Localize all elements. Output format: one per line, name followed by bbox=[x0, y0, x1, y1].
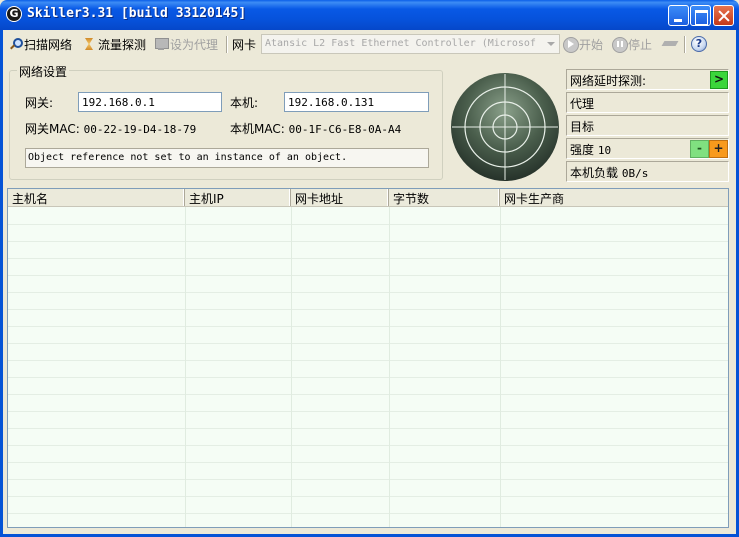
load-value: 0B/s bbox=[621, 167, 649, 180]
table-grid-line bbox=[8, 462, 728, 463]
intensity-increase-button[interactable]: + bbox=[709, 140, 728, 158]
intensity-value: 10 bbox=[597, 144, 612, 157]
table-grid-line bbox=[8, 241, 728, 242]
table-grid-line bbox=[8, 394, 728, 395]
pause-circle-icon bbox=[612, 37, 628, 53]
cap-icon bbox=[663, 37, 677, 51]
column-header-mac[interactable]: 网卡地址 bbox=[291, 189, 389, 206]
target-row: 目标 bbox=[566, 115, 729, 136]
radar-display bbox=[451, 73, 559, 181]
intensity-decrease-button[interactable]: - bbox=[690, 140, 709, 158]
table-column-line bbox=[185, 207, 186, 527]
table-column-line bbox=[291, 207, 292, 527]
local-mac-value: 00-1F-C6-E8-0A-A4 bbox=[288, 123, 402, 136]
stop-label: 停止 bbox=[628, 37, 653, 52]
nic-select[interactable]: Atansic L2 Fast Ethernet Controller (Mic… bbox=[261, 34, 560, 54]
network-settings-title: 网络设置 bbox=[17, 63, 70, 80]
table-grid-line bbox=[8, 224, 728, 225]
column-header-hostname[interactable]: 主机名 bbox=[8, 189, 185, 206]
monitor-icon bbox=[154, 37, 169, 51]
gateway-ip-input[interactable]: 192.168.0.1 bbox=[78, 92, 222, 112]
start-label: 开始 bbox=[579, 37, 604, 52]
minimize-button[interactable] bbox=[668, 5, 689, 26]
table-grid-line bbox=[8, 496, 728, 497]
scan-network-button[interactable]: 扫描网络 bbox=[8, 35, 72, 53]
set-proxy-button[interactable]: 设为代理 bbox=[154, 35, 218, 53]
intensity-label: 强度 bbox=[570, 143, 595, 157]
scan-network-label: 扫描网络 bbox=[24, 37, 73, 52]
table-grid-line bbox=[8, 411, 728, 412]
stop-button[interactable]: 停止 bbox=[612, 35, 652, 53]
gateway-mac-value: 00-22-19-D4-18-79 bbox=[83, 123, 197, 136]
nic-select-value: Atansic L2 Fast Ethernet Controller (Mic… bbox=[265, 38, 536, 49]
table-column-line bbox=[389, 207, 390, 527]
toolbar-separator bbox=[226, 36, 228, 53]
table-grid-line bbox=[8, 479, 728, 480]
load-row: 本机负载 0B/s bbox=[566, 161, 729, 182]
toolbar-separator bbox=[684, 36, 686, 53]
close-button[interactable] bbox=[713, 5, 734, 26]
table-grid-line bbox=[8, 326, 728, 327]
host-table[interactable]: 主机名 主机IP 网卡地址 字节数 网卡生产商 bbox=[7, 188, 729, 528]
table-grid-line bbox=[8, 258, 728, 259]
table-body bbox=[8, 207, 728, 527]
column-header-bytes[interactable]: 字节数 bbox=[389, 189, 500, 206]
hourglass-icon bbox=[82, 37, 96, 51]
latency-probe-start-button[interactable]: > bbox=[710, 71, 728, 89]
load-label: 本机负载 bbox=[570, 166, 619, 180]
traffic-detect-label: 流量探测 bbox=[98, 37, 147, 52]
gateway-mac-caption: 网关MAC: bbox=[25, 122, 80, 136]
set-proxy-label: 设为代理 bbox=[170, 37, 219, 52]
table-column-line bbox=[500, 207, 501, 527]
help-icon: ? bbox=[691, 36, 707, 52]
proxy-status-label: 代理 bbox=[570, 97, 595, 111]
gateway-label: 网关: bbox=[25, 96, 54, 110]
local-mac-label: 本机MAC: 00-1F-C6-E8-0A-A4 bbox=[230, 120, 401, 137]
latency-probe-label: 网络延时探测: bbox=[570, 74, 647, 88]
title-bar: G Skiller3.31 [build 33120145] bbox=[0, 0, 739, 30]
window-title: Skiller3.31 [build 33120145] bbox=[27, 6, 247, 21]
table-grid-line bbox=[8, 428, 728, 429]
local-mac-caption: 本机MAC: bbox=[230, 122, 285, 136]
window-border-left bbox=[0, 30, 3, 537]
table-grid-line bbox=[8, 292, 728, 293]
nic-label: 网卡 bbox=[232, 37, 257, 52]
magnifier-icon bbox=[8, 37, 23, 51]
table-header: 主机名 主机IP 网卡地址 字节数 网卡生产商 bbox=[8, 189, 728, 207]
local-ip-input[interactable]: 192.168.0.131 bbox=[284, 92, 429, 112]
maximize-button[interactable] bbox=[690, 5, 711, 26]
table-grid-line bbox=[8, 343, 728, 344]
table-grid-line bbox=[8, 513, 728, 514]
table-grid-line bbox=[8, 360, 728, 361]
table-grid-line bbox=[8, 275, 728, 276]
help-button[interactable]: ? bbox=[691, 35, 707, 53]
chevron-down-icon[interactable] bbox=[543, 35, 559, 53]
table-grid-line bbox=[8, 445, 728, 446]
column-header-vendor[interactable]: 网卡生产商 bbox=[500, 189, 728, 206]
table-grid-line bbox=[8, 377, 728, 378]
gateway-mac-label: 网关MAC: 00-22-19-D4-18-79 bbox=[25, 120, 196, 137]
app-icon: G bbox=[6, 6, 22, 22]
play-circle-icon bbox=[563, 37, 579, 53]
sniff-button[interactable] bbox=[663, 35, 679, 53]
traffic-detect-button[interactable]: 流量探测 bbox=[82, 35, 146, 53]
table-grid-line bbox=[8, 309, 728, 310]
column-header-host-ip[interactable]: 主机IP bbox=[185, 189, 291, 206]
local-label: 本机: bbox=[230, 96, 259, 110]
toolbar: 扫描网络 流量探测 设为代理 网卡 Atansic L2 Fast Ethern… bbox=[3, 31, 736, 57]
proxy-row: 代理 bbox=[566, 92, 729, 113]
start-button[interactable]: 开始 bbox=[563, 35, 603, 53]
target-status-label: 目标 bbox=[570, 120, 595, 134]
error-message: Object reference not set to an instance … bbox=[25, 148, 429, 168]
latency-probe-row: 网络延时探测: bbox=[566, 69, 729, 90]
